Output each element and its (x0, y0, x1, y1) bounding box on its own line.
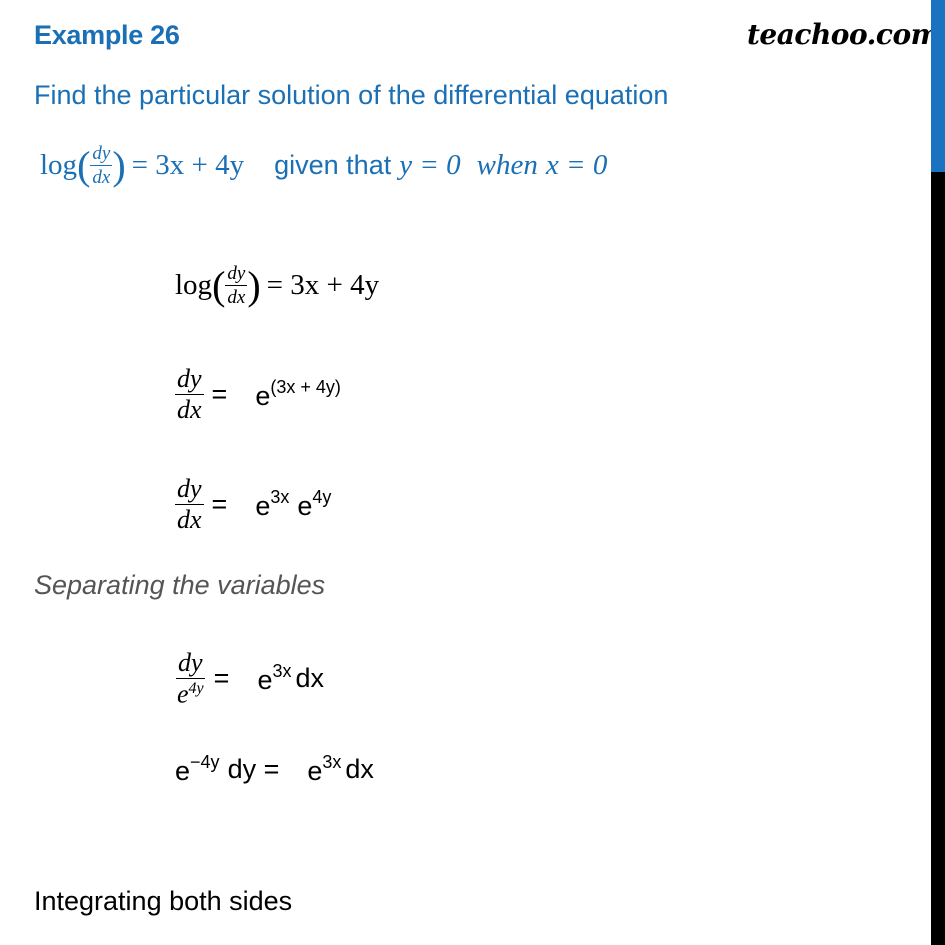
log-label: log (40, 149, 78, 181)
equals-sign: = (211, 489, 228, 519)
condition-y: y = 0 (399, 149, 461, 181)
fraction-denominator: dx (92, 167, 111, 188)
exp-base: e (175, 756, 191, 786)
den-power: 4y (188, 680, 204, 697)
left-paren: ( (77, 143, 91, 188)
step-1: log ( dy dx ) = 3x + 4y (175, 262, 379, 309)
exp-base: e (297, 491, 313, 521)
exponential-term: e(3x + 4y) (255, 377, 341, 412)
den-base: e (177, 679, 189, 709)
fraction-numerator: dy (175, 474, 204, 505)
separated-step-1: dy e4y = e3x dx (175, 650, 324, 708)
log-label: log (175, 269, 213, 301)
fraction-denominator: dx (227, 287, 246, 308)
derivative-fraction: dy dx (175, 366, 204, 423)
exp-base: e (307, 756, 323, 786)
exp-power: −4y (190, 752, 220, 772)
question-equation: log ( dy dx ) = 3x + 4y given that y = 0… (40, 142, 607, 189)
fraction-numerator: dy (175, 364, 204, 395)
brand-logo: teachoo.com (747, 18, 940, 51)
differential-dx: dx (295, 663, 325, 694)
step-2: dy dx = e(3x + 4y) (175, 366, 341, 423)
condition-x: x = 0 (545, 149, 608, 181)
differential-dx: dx (345, 754, 374, 784)
question-text: Find the particular solution of the diff… (34, 80, 669, 110)
exponential-term-2: e4y (297, 487, 331, 522)
equals-sign: = (213, 663, 230, 694)
derivative-fraction: dy dx (90, 143, 113, 188)
fraction-numerator: dy (225, 263, 248, 286)
right-paren: ) (247, 263, 261, 308)
fraction-denominator: e4y (175, 679, 206, 708)
equation-rhs: = 3x + 4y (131, 149, 245, 181)
exp-power: 3x (322, 752, 342, 772)
left-paren: ( (212, 263, 226, 308)
exp-base: e (255, 381, 271, 411)
exponential-term: e3x (257, 661, 291, 696)
exp-power: 4y (312, 487, 332, 507)
equation-rhs: = 3x + 4y (266, 269, 380, 301)
fraction-denominator: dx (177, 395, 202, 424)
example-title: Example 26 (34, 20, 180, 50)
separated-step-2: e−4y dy = e3x dx (175, 752, 374, 787)
integrating-label: Integrating both sides (34, 886, 293, 916)
exp-power: 3x (270, 487, 290, 507)
derivative-fraction: dy dx (225, 263, 248, 308)
fraction-numerator: dy (176, 648, 205, 679)
equals-sign: = (211, 379, 228, 409)
fraction-denominator: dx (177, 505, 202, 534)
separating-label: Separating the variables (34, 570, 326, 600)
exp-base: e (257, 665, 273, 696)
sidebar-accent-bar (931, 0, 945, 172)
exponential-term-right: e3x (307, 752, 341, 787)
step-3: dy dx = e3x e4y (175, 476, 331, 533)
sidebar-dark-bar (931, 172, 945, 945)
exp-power: (3x + 4y) (270, 377, 341, 397)
when-text: when (476, 149, 538, 181)
exponential-term-left: e−4y (175, 752, 220, 787)
exponential-term-1: e3x (255, 487, 289, 522)
right-paren: ) (112, 143, 126, 188)
exp-base: e (255, 491, 271, 521)
differential-dy-equals: dy = (227, 754, 280, 784)
exp-power: 3x (272, 661, 292, 682)
given-text: given that (274, 150, 392, 180)
fraction-numerator: dy (90, 143, 113, 166)
separated-fraction: dy e4y (175, 650, 206, 708)
derivative-fraction: dy dx (175, 476, 204, 533)
